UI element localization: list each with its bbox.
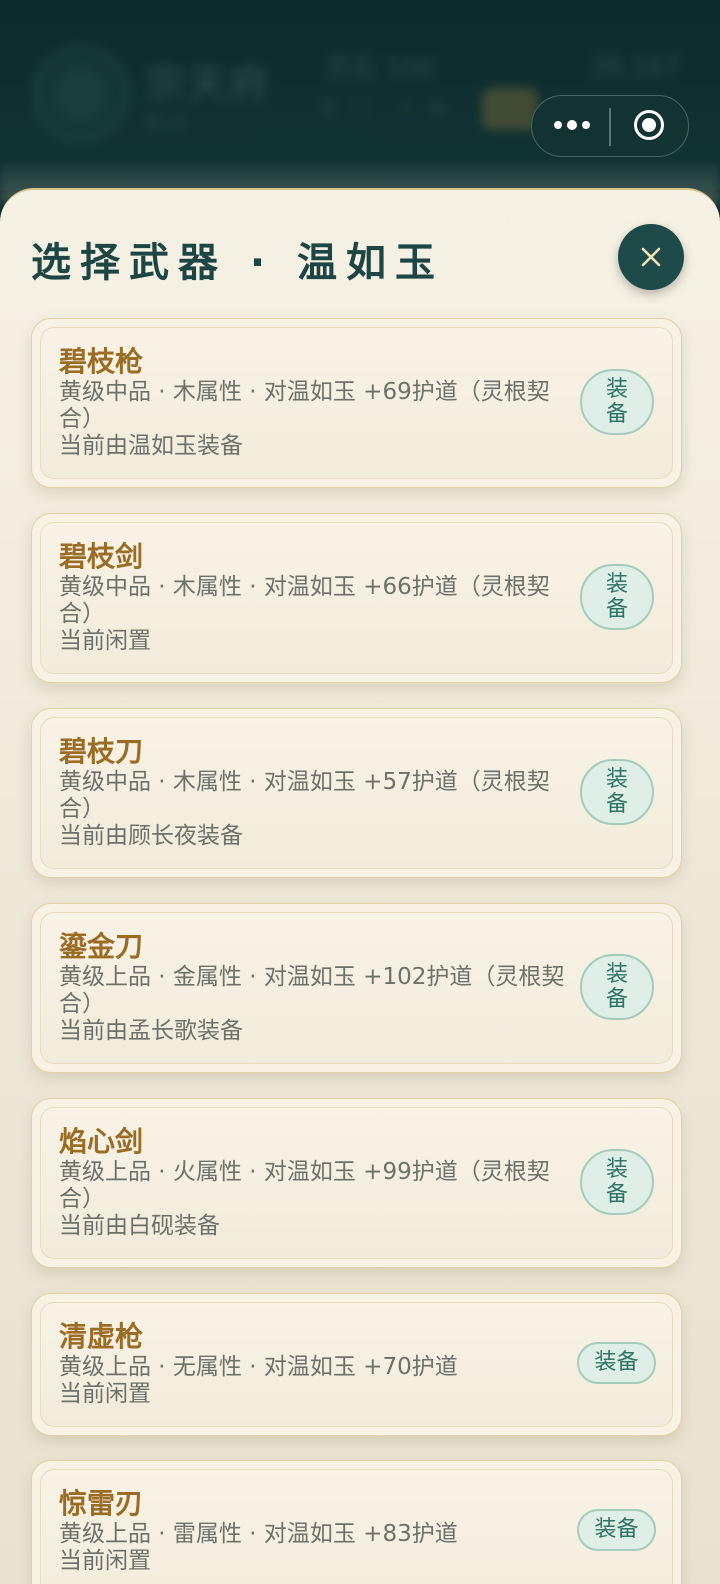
weapon-name: 焰心剑: [59, 1125, 144, 1158]
weapon-description: 黄级上品 · 雷属性 · 对温如玉 +83护道: [59, 1521, 458, 1547]
weapon-name: 鎏金刀: [59, 930, 144, 963]
weapon-card: 碧枝枪 黄级中品 · 木属性 · 对温如玉 +69护道（灵根契合） 当前由温如玉…: [31, 318, 682, 488]
weapon-card: 碧枝刀 黄级中品 · 木属性 · 对温如玉 +57护道（灵根契合） 当前由顾长夜…: [31, 708, 682, 878]
weapon-status: 当前闲置: [59, 628, 151, 654]
weapon-status: 当前闲置: [59, 1548, 151, 1574]
weapon-status: 当前由白砚装备: [59, 1213, 220, 1239]
equip-button[interactable]: 装备: [580, 564, 654, 630]
weapon-description: 黄级上品 · 金属性 · 对温如玉 +102护道（灵根契合）: [59, 964, 565, 1017]
close-icon: [641, 247, 661, 267]
weapon-description: 黄级中品 · 木属性 · 对温如玉 +57护道（灵根契合）: [59, 769, 550, 822]
capsule-divider: [609, 108, 611, 146]
equip-button[interactable]: 装备: [580, 759, 654, 825]
weapon-name: 清虚枪: [59, 1320, 144, 1353]
close-miniprogram-icon[interactable]: [634, 110, 664, 140]
weapon-description: 黄级上品 · 火属性 · 对温如玉 +99护道（灵根契合）: [59, 1159, 550, 1212]
weapon-name: 碧枝刀: [59, 735, 144, 768]
more-menu-icon[interactable]: [552, 110, 592, 140]
weapon-status: 当前由孟长歌装备: [59, 1018, 243, 1044]
weapon-name: 惊雷刃: [59, 1487, 144, 1520]
weapon-card: 清虚枪 黄级上品 · 无属性 · 对温如玉 +70护道 当前闲置 装备: [31, 1293, 682, 1436]
weapon-name: 碧枝剑: [59, 540, 144, 573]
equip-button[interactable]: 装备: [577, 1342, 656, 1384]
equip-button[interactable]: 装备: [577, 1509, 656, 1551]
weapon-card: 鎏金刀 黄级上品 · 金属性 · 对温如玉 +102护道（灵根契合） 当前由孟长…: [31, 903, 682, 1073]
app-root: 宗天府 第1日 灵石 100 38,167 宗门 人物 选择武器 · 温如玉 碧…: [0, 0, 720, 1584]
weapon-status: 当前闲置: [59, 1381, 151, 1407]
weapon-description: 黄级上品 · 无属性 · 对温如玉 +70护道: [59, 1354, 458, 1380]
weapon-description: 黄级中品 · 木属性 · 对温如玉 +66护道（灵根契合）: [59, 574, 550, 627]
weapon-status: 当前由顾长夜装备: [59, 823, 243, 849]
sheet-title: 选择武器 · 温如玉: [31, 240, 445, 286]
weapon-card: 焰心剑 黄级上品 · 火属性 · 对温如玉 +99护道（灵根契合） 当前由白砚装…: [31, 1098, 682, 1268]
weapon-name: 碧枝枪: [59, 345, 144, 378]
weapon-card: 碧枝剑 黄级中品 · 木属性 · 对温如玉 +66护道（灵根契合） 当前闲置 装…: [31, 513, 682, 683]
weapon-select-sheet: 选择武器 · 温如玉 碧枝枪 黄级中品 · 木属性 · 对温如玉 +69护道（灵…: [0, 188, 720, 1584]
equip-button[interactable]: 装备: [580, 369, 654, 435]
equip-button[interactable]: 装备: [580, 1149, 654, 1215]
equip-button[interactable]: 装备: [580, 954, 654, 1020]
weapon-status: 当前由温如玉装备: [59, 433, 243, 459]
close-button[interactable]: [618, 224, 684, 290]
weapon-description: 黄级中品 · 木属性 · 对温如玉 +69护道（灵根契合）: [59, 379, 550, 432]
weapon-card: 惊雷刃 黄级上品 · 雷属性 · 对温如玉 +83护道 当前闲置 装备: [31, 1460, 682, 1584]
miniprogram-capsule: [531, 95, 689, 157]
